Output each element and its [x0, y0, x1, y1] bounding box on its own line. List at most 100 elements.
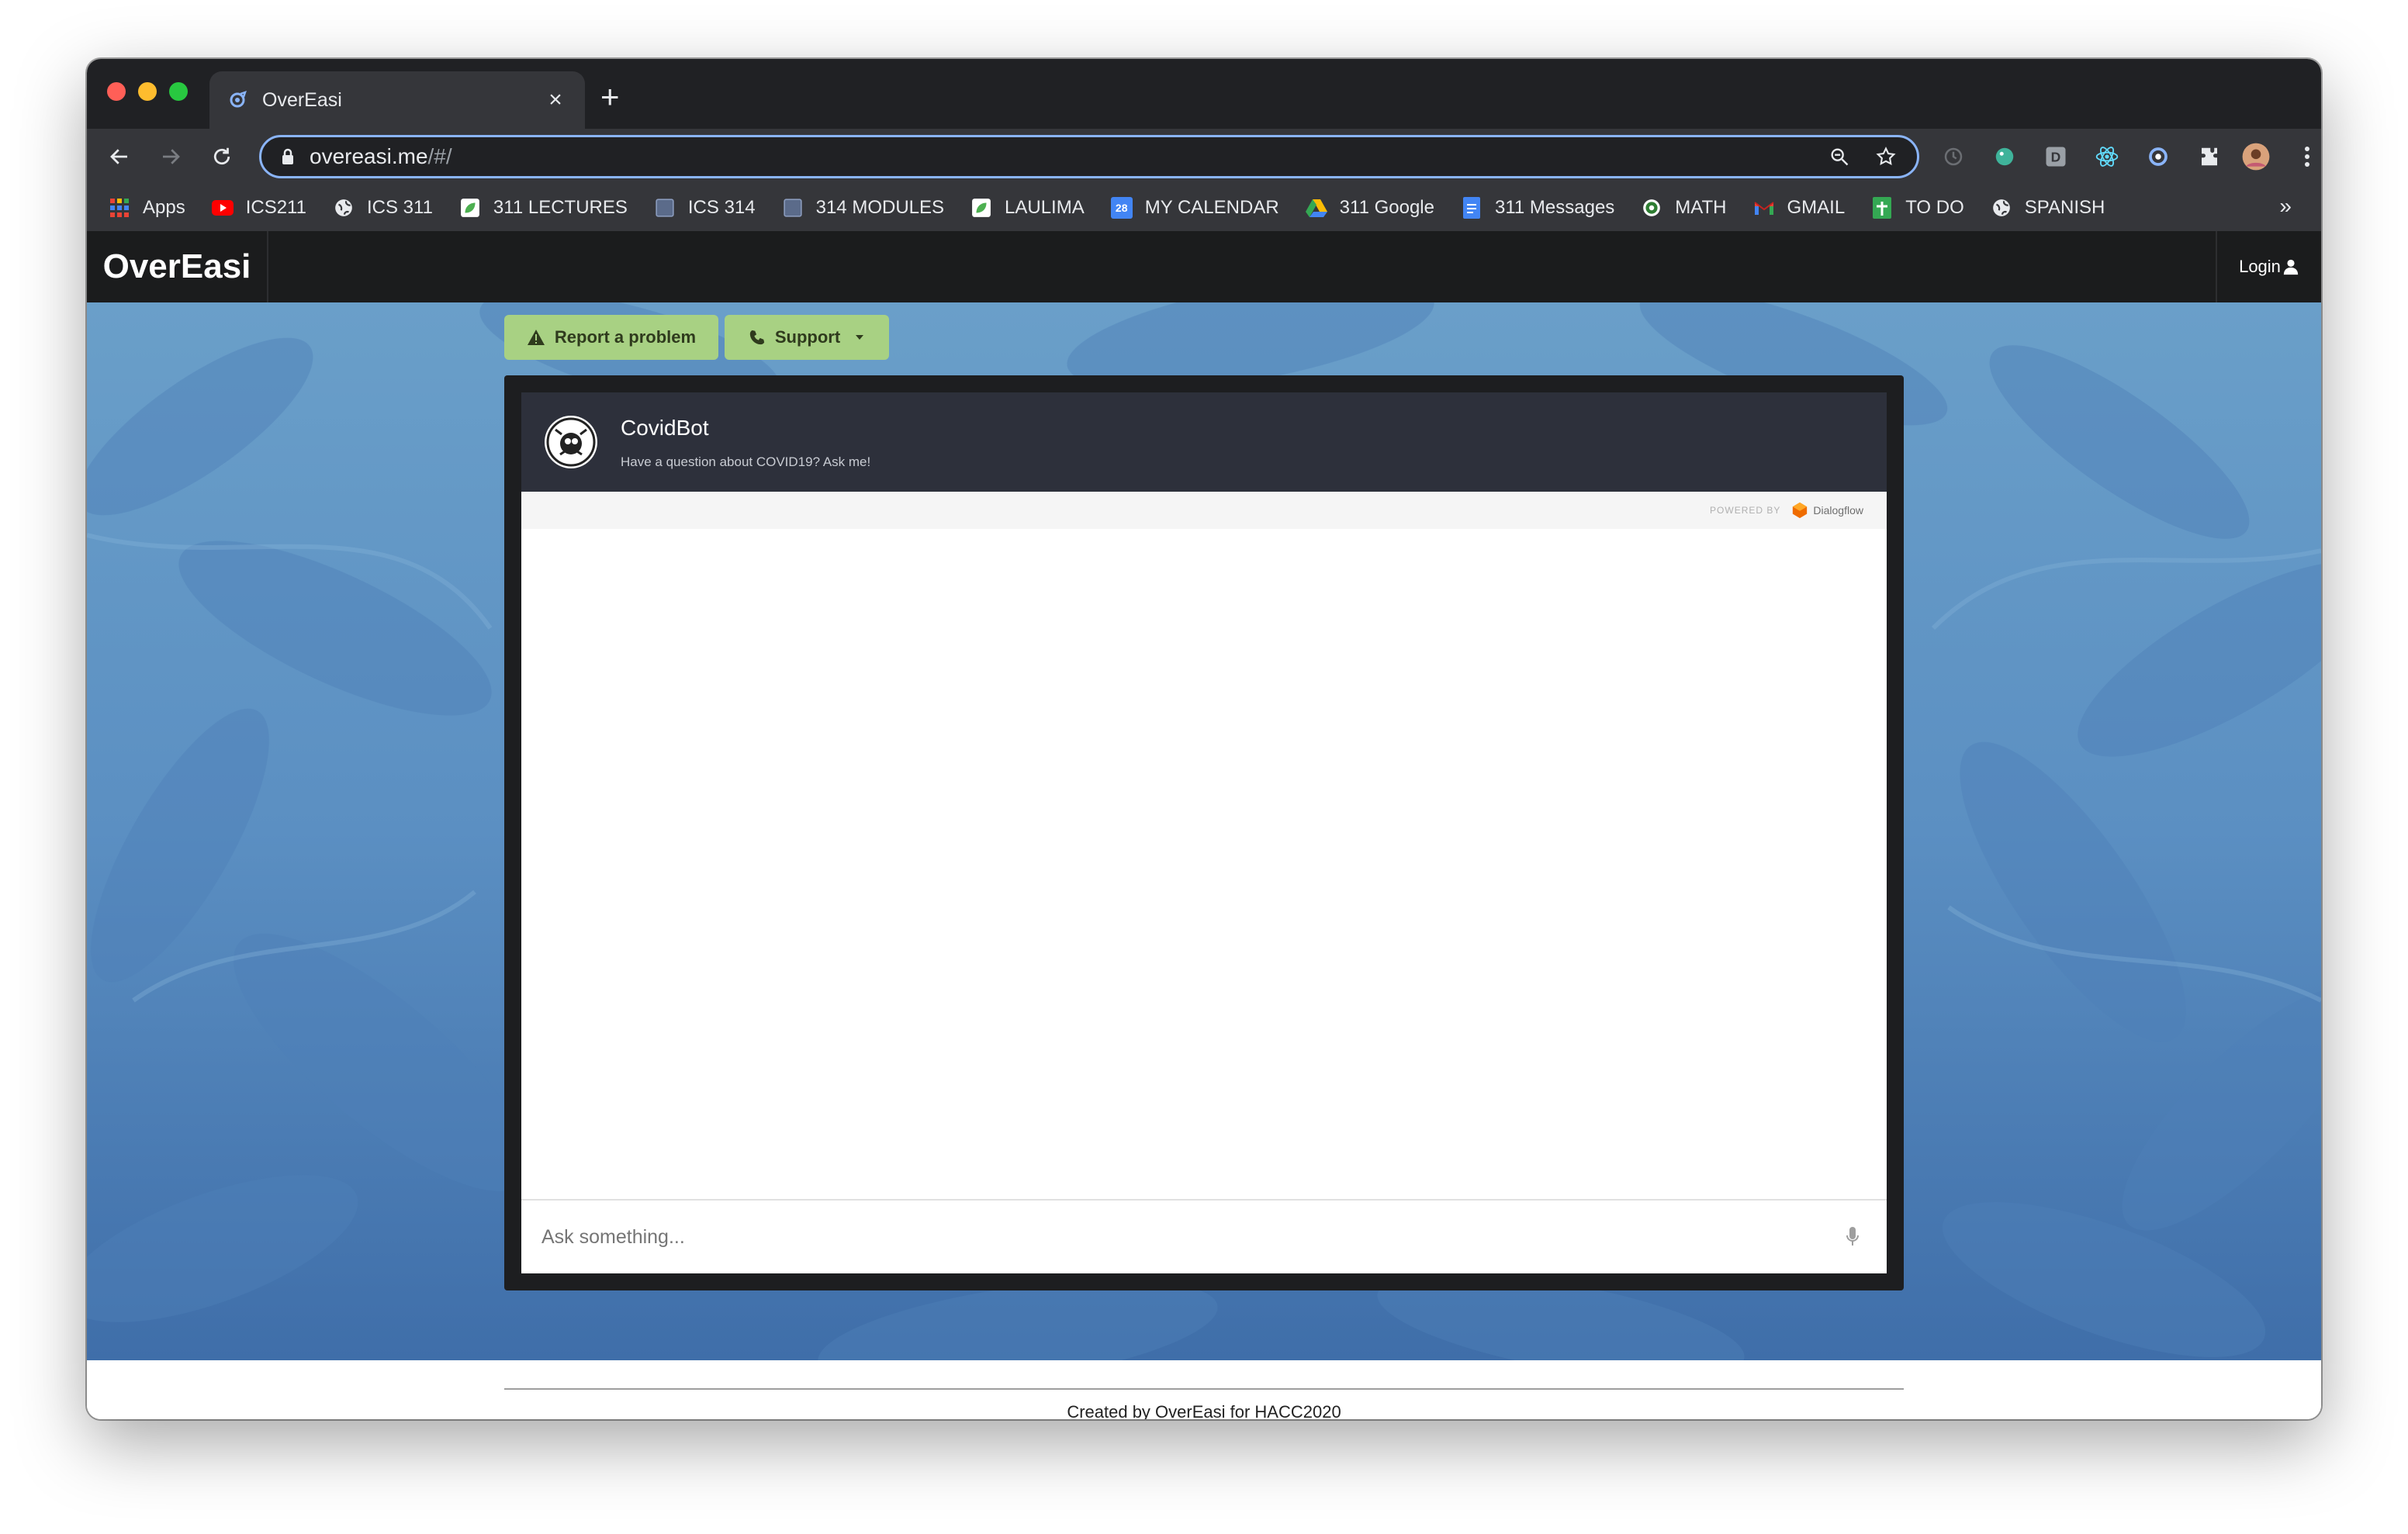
bookmark-ics211[interactable]: ICS211 — [211, 197, 306, 219]
bookmark-label: 311 LECTURES — [493, 197, 628, 218]
report-problem-label: Report a problem — [554, 327, 697, 347]
login-button[interactable]: Login — [2216, 231, 2321, 302]
arrow-left-icon — [110, 149, 127, 164]
docs-icon — [1461, 197, 1483, 219]
sheets-icon — [1871, 197, 1893, 219]
overeasi-favicon-icon — [227, 89, 248, 111]
bookmark-311-messages[interactable]: 311 Messages — [1461, 197, 1614, 219]
bookmark-314-modules[interactable]: 314 MODULES — [782, 197, 944, 219]
forward-button[interactable] — [152, 138, 189, 175]
extension-overeasi-icon[interactable] — [2143, 141, 2174, 172]
calendar-icon: 28 — [1110, 197, 1133, 219]
main-content: Report a problem Support CovidBot Have a… — [87, 302, 2321, 1360]
arrow-right-icon — [163, 149, 180, 164]
bookmark-311-google[interactable]: 311 Google — [1305, 197, 1434, 219]
phone-icon — [749, 330, 764, 345]
covidbot-chat: CovidBot Have a question about COVID19? … — [521, 392, 1887, 1273]
bookmark-gmail[interactable]: GMAIL — [1753, 197, 1846, 219]
gmail-icon — [1753, 197, 1775, 219]
ask-input[interactable] — [541, 1225, 1842, 1249]
bookmark-label: TO DO — [1905, 197, 1964, 218]
url-text: overeasi.me/#/ — [310, 144, 1810, 169]
bookmark-label: GMAIL — [1787, 197, 1846, 218]
youtube-icon — [211, 197, 234, 219]
bookmark-math[interactable]: MATH — [1641, 197, 1727, 219]
message-list[interactable] — [521, 529, 1887, 1197]
zoom-window-button[interactable] — [169, 82, 188, 101]
extension-palette-icon[interactable] — [1989, 141, 2020, 172]
leaf-icon — [970, 197, 992, 219]
footer-credit: Created by OverEasi for HACC2020 — [1067, 1402, 1341, 1419]
extension-clock-icon[interactable] — [1938, 141, 1969, 172]
caret-down-icon — [856, 335, 864, 340]
zoom-icon[interactable] — [1822, 140, 1856, 174]
login-label: Login — [2239, 257, 2281, 276]
square-icon — [654, 197, 676, 219]
menu-kebab-icon[interactable] — [2292, 141, 2321, 172]
bookmark-apps[interactable]: Apps — [109, 197, 185, 219]
bookmark-label: ICS 314 — [687, 197, 756, 218]
apps-grid-icon — [109, 197, 130, 219]
extensions-puzzle-icon[interactable] — [2194, 141, 2225, 172]
microphone-icon[interactable] — [1842, 1223, 1863, 1251]
bookmark-my-calendar[interactable]: 28 MY CALENDAR — [1110, 197, 1279, 219]
profile-avatar[interactable] — [2240, 141, 2271, 172]
bookmark-laulima[interactable]: LAULIMA — [970, 197, 1085, 219]
bookmark-311-lectures[interactable]: 311 LECTURES — [459, 197, 628, 219]
globe-icon — [333, 197, 355, 219]
reload-button[interactable] — [203, 138, 240, 175]
extension-react-icon[interactable] — [2091, 141, 2123, 172]
bookmark-label: Apps — [143, 197, 185, 218]
address-bar[interactable]: overeasi.me/#/ — [259, 135, 1919, 178]
tab-overeasi[interactable]: OverEasi × — [209, 71, 585, 129]
powered-by-label: POWERED BY — [1710, 505, 1781, 516]
bookmark-label: SPANISH — [2024, 197, 2105, 218]
svg-text:D: D — [2051, 149, 2061, 164]
bookmark-ics311[interactable]: ICS 311 — [333, 197, 433, 219]
tab-title: OverEasi — [262, 88, 342, 111]
support-dropdown-button[interactable]: Support — [725, 315, 889, 360]
reload-icon — [213, 147, 230, 165]
footer-divider — [504, 1388, 1904, 1390]
bookmark-label: 311 Messages — [1494, 197, 1615, 218]
dialogflow-icon — [1793, 502, 1808, 519]
provider-name: Dialogflow — [1813, 504, 1863, 517]
bookmark-label: 314 MODULES — [815, 197, 945, 218]
back-button[interactable] — [101, 138, 138, 175]
tab-close-icon[interactable]: × — [543, 87, 568, 113]
chat-header: CovidBot Have a question about COVID19? … — [521, 392, 1887, 492]
extension-d-icon[interactable]: D — [2040, 141, 2071, 172]
bookmark-to-do[interactable]: TO DO — [1871, 197, 1964, 219]
bookmark-label: LAULIMA — [1005, 197, 1085, 218]
globe-icon — [1991, 197, 2012, 219]
new-tab-button[interactable]: + — [600, 79, 620, 115]
math-icon — [1641, 197, 1662, 219]
report-problem-button[interactable]: Report a problem — [504, 315, 718, 360]
bookmark-spanish[interactable]: SPANISH — [1991, 197, 2105, 219]
page-footer: Created by OverEasi for HACC2020 — [87, 1360, 2321, 1419]
url-host: overeasi.me — [310, 144, 428, 168]
bot-avatar — [545, 416, 597, 468]
url-path: /#/ — [427, 144, 452, 168]
browser-window: OverEasi × + overeasi.me/#/ D Apps ICS21… — [87, 59, 2321, 1419]
bookmark-star-icon[interactable] — [1869, 140, 1903, 174]
powered-by-bar: POWERED BY Dialogflow — [521, 492, 1887, 529]
warning-icon — [527, 330, 545, 345]
bookmark-label: MATH — [1675, 197, 1727, 218]
bookmark-ics314[interactable]: ICS 314 — [654, 197, 756, 219]
square-icon — [782, 197, 804, 219]
chat-input-row — [521, 1199, 1887, 1273]
leaf-icon — [459, 197, 481, 219]
brand-logo[interactable]: OverEasi — [87, 231, 268, 302]
browser-toolbar: overeasi.me/#/ D — [87, 129, 2321, 185]
bookmarks-overflow-button[interactable]: » — [2279, 194, 2292, 219]
bot-name: CovidBot — [621, 416, 709, 440]
close-window-button[interactable] — [107, 82, 126, 101]
minimize-window-button[interactable] — [138, 82, 157, 101]
bookmark-label: ICS 311 — [366, 197, 433, 218]
drive-icon — [1305, 197, 1327, 219]
calendar-day: 28 — [1115, 202, 1128, 214]
chat-frame: CovidBot Have a question about COVID19? … — [504, 375, 1904, 1290]
app-navbar: OverEasi Login — [87, 231, 2321, 302]
bookmark-label: MY CALENDAR — [1144, 197, 1279, 218]
